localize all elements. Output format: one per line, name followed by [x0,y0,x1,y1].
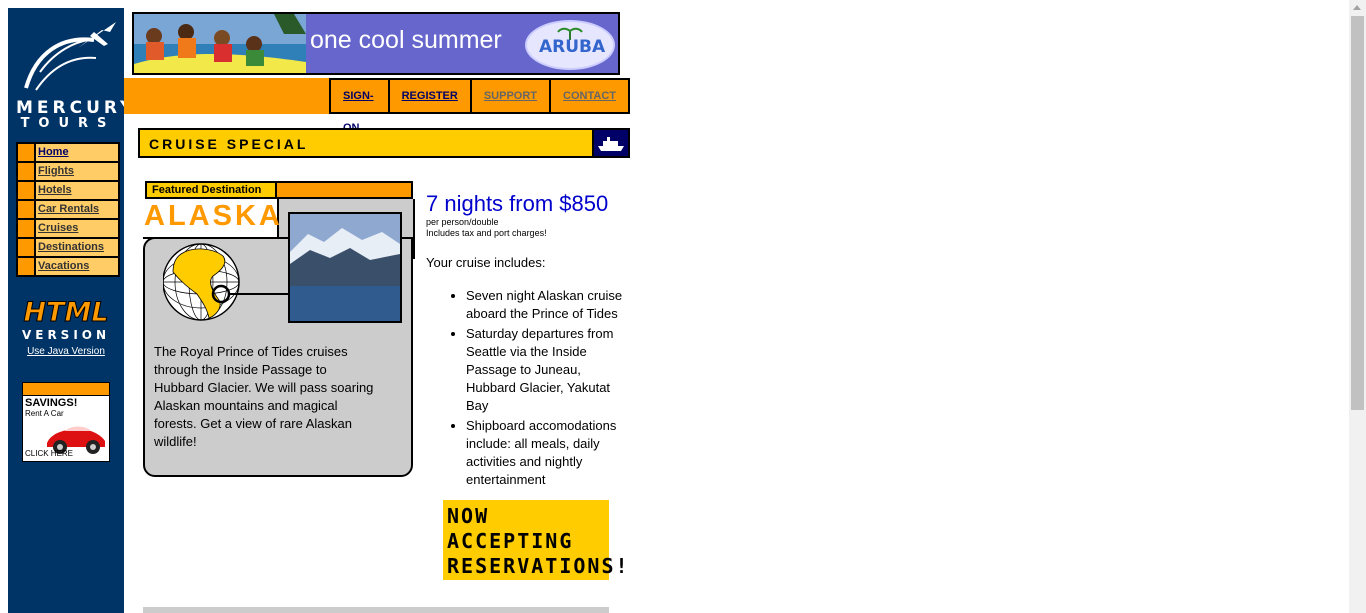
aruba-ad-banner[interactable]: one cool summer ARUBA [132,12,620,75]
price-taxes-note: Includes tax and port charges! [426,228,547,238]
sidebar-item-home: Home [18,144,118,161]
now-accepting-line: RESERVATIONS! [447,554,630,578]
page-title: CRUISE SPECIAL [149,136,309,152]
aruba-logo: ARUBA [525,20,615,70]
top-nav: SIGN-ON REGISTER SUPPORT CONTACT [329,78,630,134]
destination-name: ALASKA [144,200,283,232]
list-item: Shipboard accomodations include: all mea… [466,417,626,489]
html-version-badge: HTML VERSION Use Java Version [16,297,116,357]
now-accepting-reservations-banner: NOW ACCEPTING RESERVATIONS! [443,500,628,580]
sidebar-link-destinations[interactable]: Destinations [38,241,104,253]
savings-ad-banner[interactable]: SAVINGS! Rent A Car CLICK HERE [22,382,110,462]
list-item: Seven night Alaskan cruise aboard the Pr… [466,287,626,323]
includes-list: Seven night Alaskan cruise aboard the Pr… [426,287,626,491]
nav-bullet [18,144,34,161]
destination-description: The Royal Prince of Tides cruises throug… [154,344,374,449]
sidebar-item-destinations: Destinations [18,239,118,256]
mountain-lake-photo [290,214,400,321]
aruba-logo-text: ARUBA [539,37,606,57]
cruise-special-header: CRUISE SPECIAL [138,128,630,158]
banner-tagline: one cool summer [310,26,502,54]
savings-ad-subtitle: Rent A Car [25,409,64,418]
sidebar-link-hotels[interactable]: Hotels [38,184,72,196]
sidebar-nav: Home Flights Hotels Car Rentals Cruises … [16,142,120,277]
includes-heading: Your cruise includes: [426,255,546,270]
html-version-title: HTML [23,297,109,328]
now-accepting-line: ACCEPTING [447,529,574,553]
now-accepting-line: NOW [447,504,490,528]
beach-photo [134,14,306,73]
price-details: per person/double Includes tax and port … [426,217,547,239]
featured-destination-label: Featured Destination [147,183,277,197]
sidebar-item-flights: Flights [18,163,118,180]
featured-destination-card: Featured Destination ALASKA The Royal Pr [143,180,415,478]
use-java-version-link[interactable]: Use Java Version [16,346,116,357]
contact-link[interactable]: CONTACT [551,80,630,112]
scrollbar-thumb[interactable] [1351,16,1364,410]
scroll-up-arrow-icon[interactable] [1353,5,1361,10]
sidebar-link-flights[interactable]: Flights [38,165,74,177]
savings-ad-cta: CLICK HERE [25,449,74,458]
nav-bullet [18,163,34,180]
nav-bullet [18,220,34,237]
sidebar-item-hotels: Hotels [18,182,118,199]
destinations-section-header [143,607,609,613]
savings-ad-header [23,383,109,396]
savings-ad-title: SAVINGS! [25,397,78,409]
vertical-scrollbar[interactable] [1349,0,1366,613]
plane-swoosh-icon [24,22,116,91]
alaska-photo [288,212,402,323]
cruise-price: 7 nights from $850 [426,191,609,216]
sign-on-link[interactable]: SIGN-ON [331,80,390,134]
support-link[interactable]: SUPPORT [471,80,552,112]
top-nav-bar: SIGN-ON REGISTER SUPPORT CONTACT [124,78,630,134]
sidebar-link-vacations[interactable]: Vacations [38,260,89,272]
sidebar-link-car-rentals[interactable]: Car Rentals [38,203,99,215]
sidebar-item-vacations: Vacations [18,258,118,275]
price-per-person: per person/double [426,217,499,227]
featured-card-header: Featured Destination [145,181,413,199]
nav-bullet [18,201,34,218]
sidebar-item-car-rentals: Car Rentals [18,201,118,218]
nav-bullet [18,239,34,256]
logo-word-mercury: MERCURY [16,98,137,118]
sidebar: MERCURY TOURS Home Flights Hotels Car Re… [8,8,137,613]
nav-bullet [18,258,34,275]
ship-icon-box [592,130,628,156]
html-version-subtitle: VERSION [21,328,111,342]
page: MERCURY TOURS Home Flights Hotels Car Re… [0,0,1366,613]
ship-icon [598,137,624,151]
register-link[interactable]: REGISTER [389,80,472,112]
sidebar-link-cruises[interactable]: Cruises [38,222,78,234]
sidebar-link-home[interactable]: Home [38,146,69,158]
mercury-tours-logo[interactable]: MERCURY TOURS [16,18,137,133]
nav-bullet [18,182,34,199]
sidebar-item-cruises: Cruises [18,220,118,237]
list-item: Saturday departures from Seattle via the… [466,325,626,415]
globe-icon [163,243,303,321]
logo-word-tours: TOURS [20,116,116,131]
